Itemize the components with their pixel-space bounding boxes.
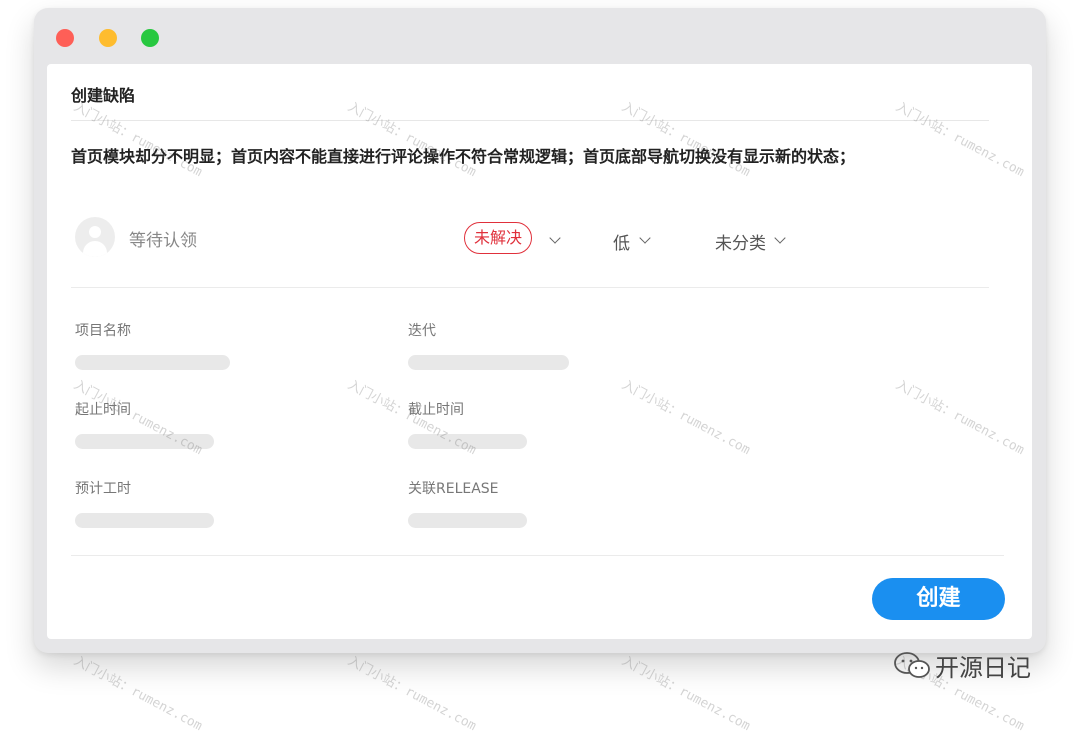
- estimated-hours-label: 预计工时: [75, 481, 131, 497]
- watermark: 入门小站：rumenz.com: [71, 653, 205, 734]
- deadline-field[interactable]: [408, 434, 527, 449]
- deadline-label: 截止时间: [408, 402, 464, 418]
- dialog-title: 创建缺陷: [71, 86, 136, 105]
- assignee-label[interactable]: 等待认领: [129, 226, 197, 251]
- zoom-window-button[interactable]: [141, 29, 159, 47]
- divider: [71, 555, 1004, 556]
- wechat-icon: [894, 652, 930, 678]
- start-end-time-label: 起止时间: [75, 402, 131, 418]
- assignee-avatar[interactable]: [75, 217, 115, 257]
- watermark: 入门小站：rumenz.com: [619, 653, 753, 734]
- status-chevron-down-icon[interactable]: [549, 232, 561, 244]
- priority-select[interactable]: 低: [613, 229, 630, 254]
- priority-chevron-down-icon[interactable]: [639, 232, 651, 244]
- defect-description[interactable]: 首页模块却分不明显；首页内容不能直接进行评论操作不符合常规逻辑；首页底部导航切换…: [71, 144, 861, 169]
- related-release-field[interactable]: [408, 513, 527, 528]
- estimated-hours-field[interactable]: [75, 513, 214, 528]
- priority-value: 低: [613, 234, 630, 254]
- user-icon: [89, 226, 101, 238]
- iteration-label: 迭代: [408, 323, 436, 339]
- close-window-button[interactable]: [56, 29, 74, 47]
- category-value: 未分类: [715, 234, 766, 254]
- related-release-label: 关联RELEASE: [408, 481, 499, 497]
- start-end-time-field[interactable]: [75, 434, 214, 449]
- status-badge[interactable]: 未解决: [464, 222, 533, 254]
- watermark: 入门小站：rumenz.com: [345, 653, 479, 734]
- minimize-window-button[interactable]: [99, 29, 117, 47]
- brand-name: 开源日记: [935, 654, 1031, 682]
- category-chevron-down-icon[interactable]: [774, 232, 786, 244]
- category-select[interactable]: 未分类: [715, 229, 766, 254]
- divider: [71, 287, 989, 288]
- create-defect-dialog: 创建缺陷 首页模块却分不明显；首页内容不能直接进行评论操作不符合常规逻辑；首页底…: [47, 64, 1032, 639]
- create-button[interactable]: 创建: [872, 578, 1005, 620]
- iteration-field[interactable]: [408, 355, 569, 370]
- project-name-label: 项目名称: [75, 323, 131, 339]
- project-name-field[interactable]: [75, 355, 230, 370]
- divider: [71, 120, 989, 121]
